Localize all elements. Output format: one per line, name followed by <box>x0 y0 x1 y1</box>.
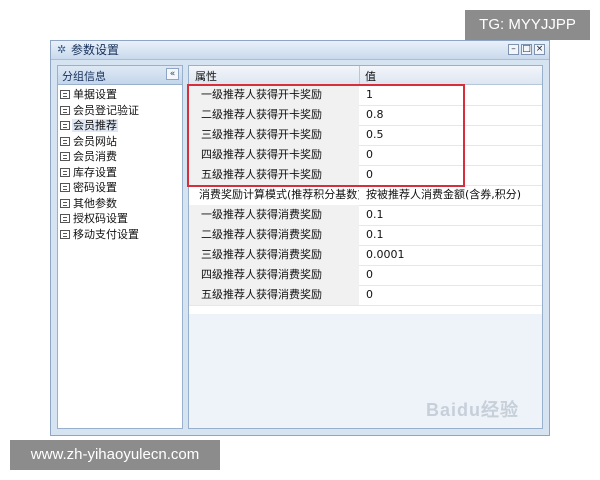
list-icon <box>60 183 70 192</box>
property-cell: 五级推荐人获得开卡奖励 <box>189 165 359 185</box>
list-icon <box>60 136 70 146</box>
property-cell: 消费奖励计算模式(推荐积分基数) <box>189 185 359 205</box>
value-cell[interactable]: 0.5 <box>360 125 542 145</box>
property-panel: 属性 值 一级推荐人获得开卡奖励 1 二级推荐人获得开卡奖励 0.8 三级推荐人获得… <box>188 65 543 429</box>
list-icon <box>60 90 70 99</box>
group-panel-header: 分组信息 « <box>58 66 182 85</box>
list-icon <box>60 152 70 161</box>
property-cell: 二级推荐人获得开卡奖励 <box>189 105 359 125</box>
baidu-watermark: Baidu经验 <box>426 400 520 420</box>
tree-item-other-params[interactable]: 其他参数 <box>58 196 182 212</box>
list-icon <box>60 167 70 177</box>
table-row[interactable]: 消费奖励计算模式(推荐积分基数) 按被推荐人消费金额(含券,积分) <box>189 185 542 206</box>
overlay-tag: TG: MYYJJPP <box>465 10 590 40</box>
group-tree: 单据设置 会员登记验证 会员推荐 会员网站 会员消费 库存设置 密码设置 其他参… <box>58 85 182 242</box>
value-cell[interactable]: 0.1 <box>360 205 542 225</box>
group-panel-title: 分组信息 <box>62 70 106 83</box>
table-row[interactable]: 三级推荐人获得开卡奖励 0.5 <box>189 125 542 146</box>
settings-icon: ✲ <box>57 43 67 56</box>
tree-item-auth-code-settings[interactable]: 授权码设置 <box>58 211 182 227</box>
value-cell[interactable]: 按被推荐人消费金额(含券,积分) <box>360 185 542 205</box>
close-button[interactable]: × <box>534 44 545 55</box>
tree-item-password-settings[interactable]: 密码设置 <box>58 180 182 196</box>
maximize-button[interactable]: □ <box>521 44 532 55</box>
table-row[interactable]: 二级推荐人获得消费奖励 0.1 <box>189 225 542 246</box>
property-cell: 五级推荐人获得消费奖励 <box>189 285 359 305</box>
property-cell: 四级推荐人获得消费奖励 <box>189 265 359 285</box>
title-bar[interactable]: ✲ 参数设置 – □ × <box>51 41 549 60</box>
tree-item-member-website[interactable]: 会员网站 <box>58 134 182 150</box>
column-header-value[interactable]: 值 <box>365 68 376 84</box>
group-panel: 分组信息 « 单据设置 会员登记验证 会员推荐 会员网站 会员消费 库存设置 密… <box>57 65 183 429</box>
property-grid: 属性 值 一级推荐人获得开卡奖励 1 二级推荐人获得开卡奖励 0.8 三级推荐人获得… <box>189 66 542 314</box>
minimize-button[interactable]: – <box>508 44 519 55</box>
collapse-button[interactable]: « <box>166 68 179 80</box>
table-row[interactable]: 一级推荐人获得开卡奖励 1 <box>189 85 542 106</box>
table-row[interactable]: 二级推荐人获得开卡奖励 0.8 <box>189 105 542 126</box>
footer-url: www.zh-yihaoyulecn.com <box>10 440 220 470</box>
property-cell: 一级推荐人获得开卡奖励 <box>189 85 359 105</box>
table-row[interactable]: 四级推荐人获得消费奖励 0 <box>189 265 542 286</box>
value-cell[interactable]: 0 <box>360 265 542 285</box>
list-icon <box>60 229 70 239</box>
tree-item-inventory-settings[interactable]: 库存设置 <box>58 165 182 181</box>
property-cell: 三级推荐人获得消费奖励 <box>189 245 359 265</box>
list-icon <box>60 121 70 130</box>
table-row[interactable]: 五级推荐人获得开卡奖励 0 <box>189 165 542 186</box>
tree-item-mobile-payment-settings[interactable]: 移动支付设置 <box>58 227 182 243</box>
property-cell: 四级推荐人获得开卡奖励 <box>189 145 359 165</box>
table-row[interactable]: 一级推荐人获得消费奖励 0.1 <box>189 205 542 226</box>
list-icon <box>60 105 70 115</box>
list-icon <box>60 198 70 208</box>
value-cell[interactable]: 1 <box>360 85 542 105</box>
tree-item-member-consumption[interactable]: 会员消费 <box>58 149 182 165</box>
table-row[interactable]: 四级推荐人获得开卡奖励 0 <box>189 145 542 166</box>
property-cell: 一级推荐人获得消费奖励 <box>189 205 359 225</box>
list-icon <box>60 214 70 223</box>
value-cell[interactable]: 0 <box>360 165 542 185</box>
settings-window: ✲ 参数设置 – □ × 分组信息 « 单据设置 会员登记验证 会员推荐 会员网… <box>50 40 550 436</box>
table-row[interactable]: 五级推荐人获得消费奖励 0 <box>189 285 542 306</box>
value-cell[interactable]: 0 <box>360 145 542 165</box>
value-cell[interactable]: 0 <box>360 285 542 305</box>
tree-item-member-referral[interactable]: 会员推荐 <box>58 118 182 134</box>
property-cell: 三级推荐人获得开卡奖励 <box>189 125 359 145</box>
property-cell: 二级推荐人获得消费奖励 <box>189 225 359 245</box>
value-cell[interactable]: 0.0001 <box>360 245 542 265</box>
tree-item-member-registration[interactable]: 会员登记验证 <box>58 103 182 119</box>
column-header-property[interactable]: 属性 <box>195 68 217 84</box>
table-row[interactable]: 三级推荐人获得消费奖励 0.0001 <box>189 245 542 266</box>
value-cell[interactable]: 0.8 <box>360 105 542 125</box>
value-cell[interactable]: 0.1 <box>360 225 542 245</box>
tree-item-bill-settings[interactable]: 单据设置 <box>58 87 182 103</box>
window-title: 参数设置 <box>71 43 120 57</box>
column-divider[interactable] <box>359 66 360 84</box>
grid-header: 属性 值 <box>189 66 542 85</box>
